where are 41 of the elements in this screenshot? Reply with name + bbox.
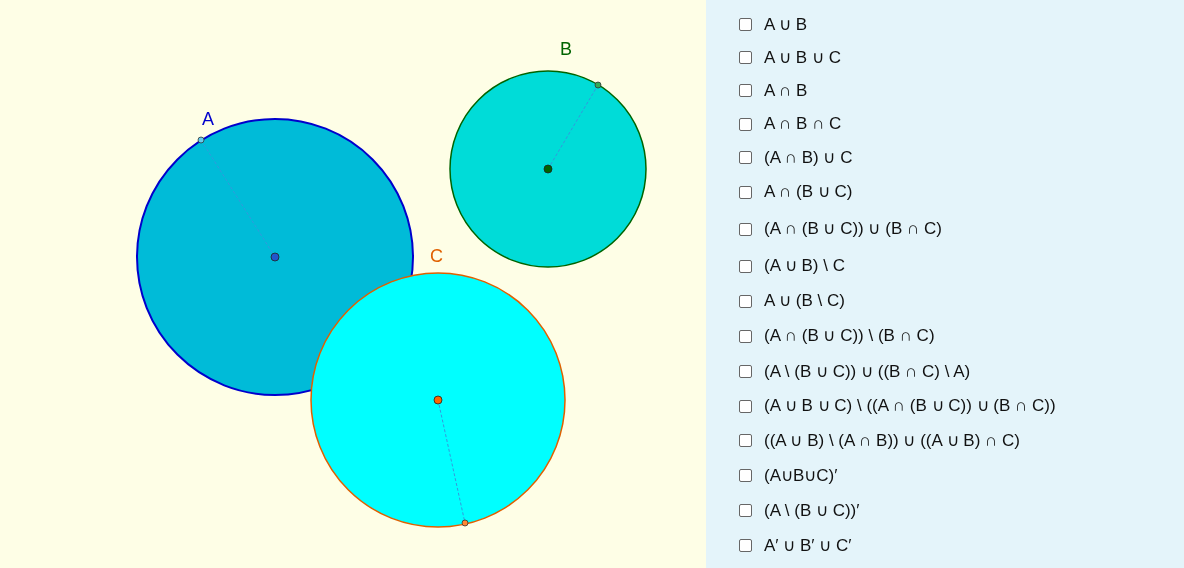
checkbox-label[interactable]: A ∩ (B ∪ C) — [764, 179, 853, 205]
checkbox-label[interactable]: (A ∪ B) \ C — [764, 253, 845, 279]
checkbox-label[interactable]: (A∪B∪C)′ — [764, 462, 838, 489]
checkbox[interactable] — [739, 469, 752, 482]
checkbox[interactable] — [739, 51, 752, 64]
checkbox[interactable] — [739, 329, 752, 343]
circle-label: A — [202, 108, 214, 130]
checkbox-label[interactable]: ((A ∪ B) \ (A ∩ B)) ∪ ((A ∪ B) ∩ C) — [764, 427, 1020, 454]
checkbox-label[interactable]: A ∪ B — [764, 11, 808, 38]
radius-point[interactable] — [594, 81, 602, 89]
center-point[interactable] — [270, 252, 280, 262]
checkbox[interactable] — [739, 185, 752, 199]
checkbox[interactable] — [739, 365, 752, 378]
checkbox[interactable] — [739, 294, 752, 308]
circle-label: B — [560, 38, 572, 60]
checkbox-label[interactable]: (A \ (B ∪ C))′ — [764, 497, 860, 524]
checkbox-label[interactable]: A′ ∪ B′ ∪ C′ — [764, 532, 852, 559]
checkbox[interactable] — [739, 151, 752, 164]
checkbox-label[interactable]: (A ∩ B) ∪ C — [764, 144, 853, 171]
circle-label: C — [430, 245, 443, 267]
checkbox[interactable] — [739, 84, 752, 97]
checkbox-label[interactable]: A ∩ B — [764, 77, 808, 104]
checkbox[interactable] — [739, 259, 752, 273]
checkbox-label[interactable]: A ∪ B ∪ C — [764, 44, 841, 71]
checkbox-label[interactable]: A ∩ B ∩ C — [764, 111, 842, 137]
checkbox[interactable] — [739, 504, 752, 517]
checkbox[interactable] — [739, 539, 752, 552]
checkbox[interactable] — [739, 117, 752, 131]
checkbox[interactable] — [739, 399, 752, 413]
checkbox-label[interactable]: (A \ (B ∪ C)) ∪ ((B ∩ C) \ A) — [764, 358, 971, 385]
checkbox[interactable] — [739, 18, 752, 31]
radius-point[interactable] — [197, 136, 205, 144]
checkbox-label[interactable]: (A ∩ (B ∪ C)) ∪ (B ∩ C) — [764, 216, 942, 242]
radius-point[interactable] — [461, 519, 469, 527]
center-point[interactable] — [543, 164, 553, 174]
checkbox[interactable] — [739, 434, 752, 447]
center-point[interactable] — [433, 395, 443, 405]
checkbox-label[interactable]: A ∪ (B \ C) — [764, 288, 845, 314]
checkbox[interactable] — [739, 222, 752, 236]
checkbox-label[interactable]: (A ∪ B ∪ C) \ ((A ∩ (B ∪ C)) ∪ (B ∩ C)) — [764, 393, 1056, 419]
checkbox-label[interactable]: (A ∩ (B ∪ C)) \ (B ∩ C) — [764, 323, 935, 349]
